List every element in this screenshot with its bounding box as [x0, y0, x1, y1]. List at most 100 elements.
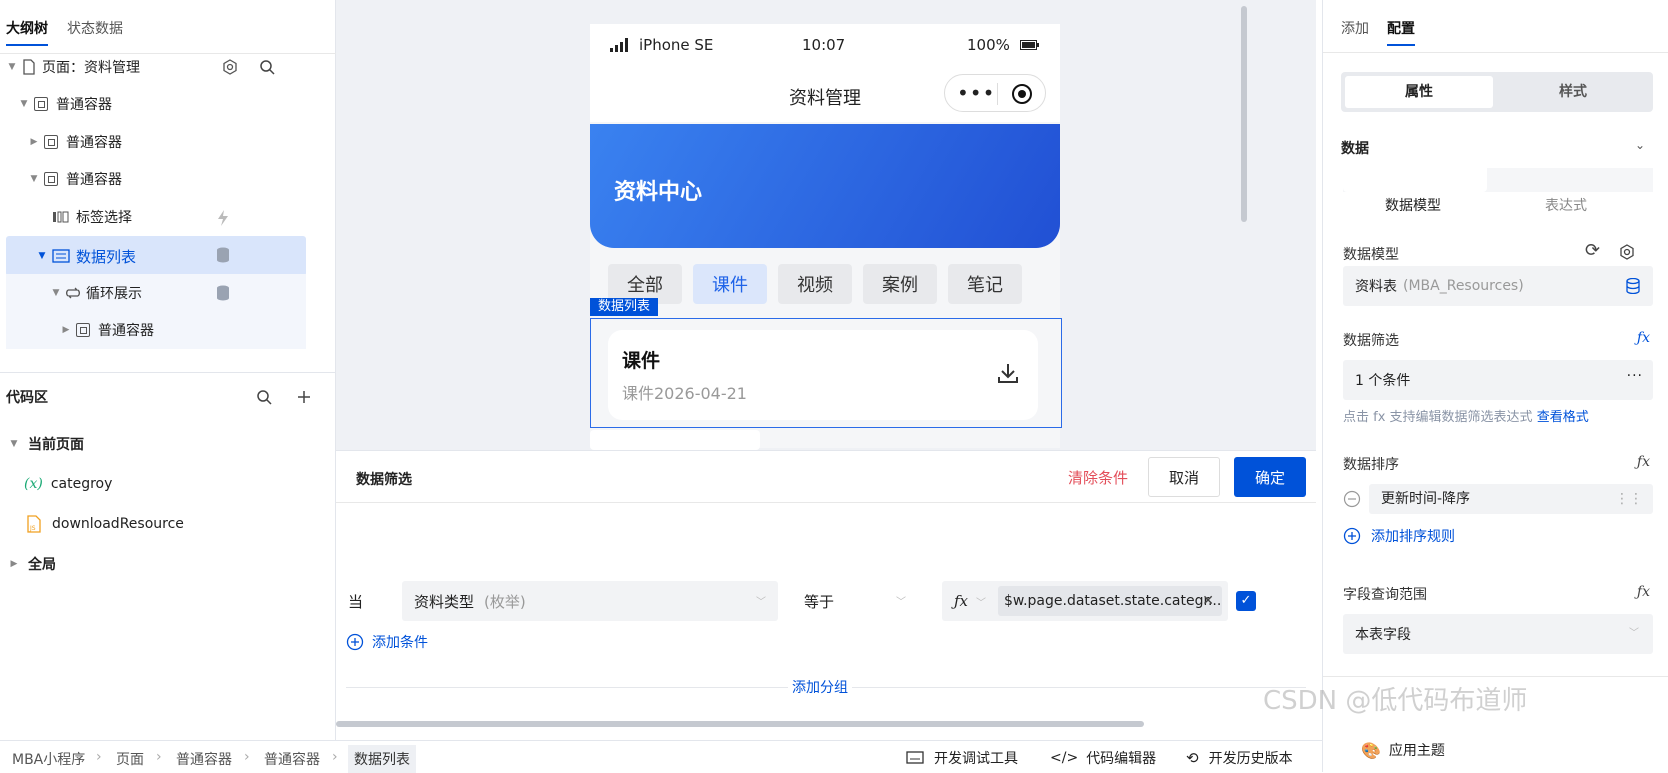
caret-right-icon[interactable]: ▶: [60, 325, 72, 335]
segment-style[interactable]: 样式: [1497, 76, 1649, 108]
more-icon[interactable]: •••: [957, 81, 995, 105]
drag-handle-icon[interactable]: ⋮⋮: [1615, 484, 1643, 514]
loop-icon: [66, 287, 80, 299]
resource-card[interactable]: 课件 课件2026-04-21: [608, 330, 1038, 420]
filter-help-link[interactable]: 查看格式: [1537, 410, 1589, 425]
code-item-categroy[interactable]: (𝑥) categroy: [24, 471, 112, 497]
settings-icon[interactable]: [222, 59, 238, 75]
tree-node-container-4[interactable]: ▶ 普通容器: [6, 311, 306, 349]
segment-attributes[interactable]: 属性: [1345, 76, 1493, 108]
breadcrumb-current[interactable]: 数据列表: [348, 745, 416, 773]
signal-icon: [610, 38, 628, 52]
refresh-icon[interactable]: ⟳: [1585, 240, 1600, 261]
cancel-button[interactable]: 取消: [1148, 457, 1220, 497]
tree-node-loop[interactable]: ▼ 循环展示: [6, 274, 306, 312]
horizontal-scrollbar[interactable]: [336, 721, 1144, 727]
source-model-option[interactable]: [1343, 168, 1487, 192]
condition-checkbox[interactable]: ✓: [1236, 591, 1256, 611]
tree-node-data-list[interactable]: ▼ 数据列表: [6, 236, 306, 276]
tree-node-page[interactable]: ▼ 页面：资料管理: [6, 48, 306, 86]
download-icon[interactable]: [996, 362, 1020, 384]
confirm-button[interactable]: 确定: [1234, 457, 1306, 497]
fx-icon[interactable]: ƒx: [954, 592, 968, 610]
tab-add[interactable]: 添加: [1341, 18, 1369, 38]
tree-node-container-2[interactable]: ▶ 普通容器: [6, 123, 306, 161]
value-expression-input[interactable]: ƒx ﹀ $w.page.dataset.state.categr... ✕: [942, 581, 1228, 621]
code-item-download[interactable]: JS downloadResource: [26, 511, 184, 537]
add-group-button[interactable]: 添加分组: [788, 677, 852, 697]
fields-select[interactable]: 本表字段 ﹀: [1343, 614, 1653, 654]
vertical-scrollbar[interactable]: [1241, 6, 1247, 222]
container-icon: [44, 172, 58, 186]
fx-icon[interactable]: ƒx: [1637, 584, 1650, 600]
add-condition-label: 添加条件: [372, 635, 428, 651]
caret-down-icon[interactable]: ▼: [50, 288, 62, 298]
chip-courseware[interactable]: 课件: [693, 264, 767, 304]
source-expression-label[interactable]: 表达式: [1545, 195, 1587, 215]
container-icon: [34, 97, 48, 111]
card-subtitle: 课件2026-04-21: [622, 384, 747, 403]
breadcrumb-item[interactable]: 普通容器: [176, 749, 232, 769]
fx-icon[interactable]: ƒx: [1637, 454, 1650, 470]
monitor-icon: [906, 751, 924, 764]
add-sort-label: 添加排序规则: [1371, 529, 1455, 545]
caret-right-icon[interactable]: ▶: [8, 559, 20, 569]
tab-config[interactable]: 配置: [1387, 18, 1415, 46]
remove-circle-icon[interactable]: [1343, 490, 1361, 508]
component-toolbar[interactable]: [590, 430, 760, 450]
caret-down-icon[interactable]: ▼: [8, 439, 20, 449]
add-condition-button[interactable]: 添加条件: [346, 632, 428, 652]
add-sort-button[interactable]: 添加排序规则: [1343, 526, 1455, 546]
apply-theme-button[interactable]: 🎨 应用主题: [1361, 740, 1445, 760]
breadcrumb-item[interactable]: MBA小程序: [12, 749, 85, 769]
dialog-header: 数据筛选 清除条件 取消 确定: [336, 451, 1316, 503]
tab-outline[interactable]: 大纲树: [6, 18, 48, 46]
sort-rule[interactable]: 更新时间-降序 ⋮⋮: [1369, 484, 1653, 514]
database-icon[interactable]: [1625, 278, 1641, 294]
breadcrumb-item[interactable]: 普通容器: [264, 749, 320, 769]
source-model-label[interactable]: 数据模型: [1385, 195, 1441, 215]
code-global[interactable]: ▶ 全局: [8, 551, 56, 577]
code-current-page[interactable]: ▼ 当前页面: [8, 431, 84, 457]
chip-video[interactable]: 视频: [778, 264, 852, 304]
more-icon[interactable]: ···: [1627, 368, 1643, 384]
tree-node-container-1[interactable]: ▼ 普通容器: [6, 85, 306, 123]
chevron-down-icon[interactable]: ⌄: [1635, 138, 1645, 152]
code-editor[interactable]: </> 代码编辑器: [1050, 748, 1156, 768]
tab-state-data[interactable]: 状态数据: [67, 18, 123, 38]
chevron-down-icon: ﹀: [756, 597, 766, 608]
model-select[interactable]: 资料表 (MBA_Resources): [1343, 266, 1653, 306]
caret-down-icon[interactable]: ▼: [36, 251, 48, 261]
database-icon: [217, 285, 229, 301]
dev-history[interactable]: ⟲ 开发历史版本: [1186, 748, 1293, 768]
operator-select[interactable]: 等于 ﹀: [792, 581, 918, 621]
capsule-button[interactable]: •••: [944, 74, 1046, 112]
search-icon[interactable]: [259, 59, 275, 75]
search-icon[interactable]: [256, 389, 272, 405]
caret-right-icon[interactable]: ▶: [28, 137, 40, 147]
close-capsule-icon[interactable]: [1011, 83, 1033, 105]
data-section-title: 数据: [1341, 141, 1369, 157]
tree-node-tag-select[interactable]: 标签选择: [6, 198, 306, 236]
caret-down-icon[interactable]: ▼: [6, 62, 18, 72]
add-icon[interactable]: [296, 389, 312, 405]
fx-icon[interactable]: ƒx: [1637, 330, 1650, 346]
settings-icon[interactable]: [1619, 244, 1635, 260]
clear-conditions-button[interactable]: 清除条件: [1068, 467, 1128, 488]
code-item-label: downloadResource: [52, 516, 184, 532]
chip-notes[interactable]: 笔记: [948, 264, 1022, 304]
chevron-down-icon[interactable]: ﹀: [976, 594, 986, 609]
tree-node-container-3[interactable]: ▼ 普通容器: [6, 160, 306, 198]
filter-label: 数据筛选: [1343, 333, 1399, 349]
model-value: 资料表: [1355, 279, 1397, 295]
chip-case[interactable]: 案例: [863, 264, 937, 304]
dev-debug-tools[interactable]: 开发调试工具: [906, 748, 1018, 768]
caret-down-icon[interactable]: ▼: [18, 99, 30, 109]
close-icon[interactable]: ✕: [1202, 586, 1214, 616]
field-select[interactable]: 资料类型 (枚举) ﹀: [402, 581, 778, 621]
breadcrumb-item[interactable]: 页面: [116, 749, 144, 769]
caret-down-icon[interactable]: ▼: [28, 174, 40, 184]
dialog-title: 数据筛选: [356, 472, 412, 488]
model-label: 数据模型: [1343, 247, 1399, 263]
filter-box[interactable]: 1 个条件 ···: [1343, 360, 1653, 400]
